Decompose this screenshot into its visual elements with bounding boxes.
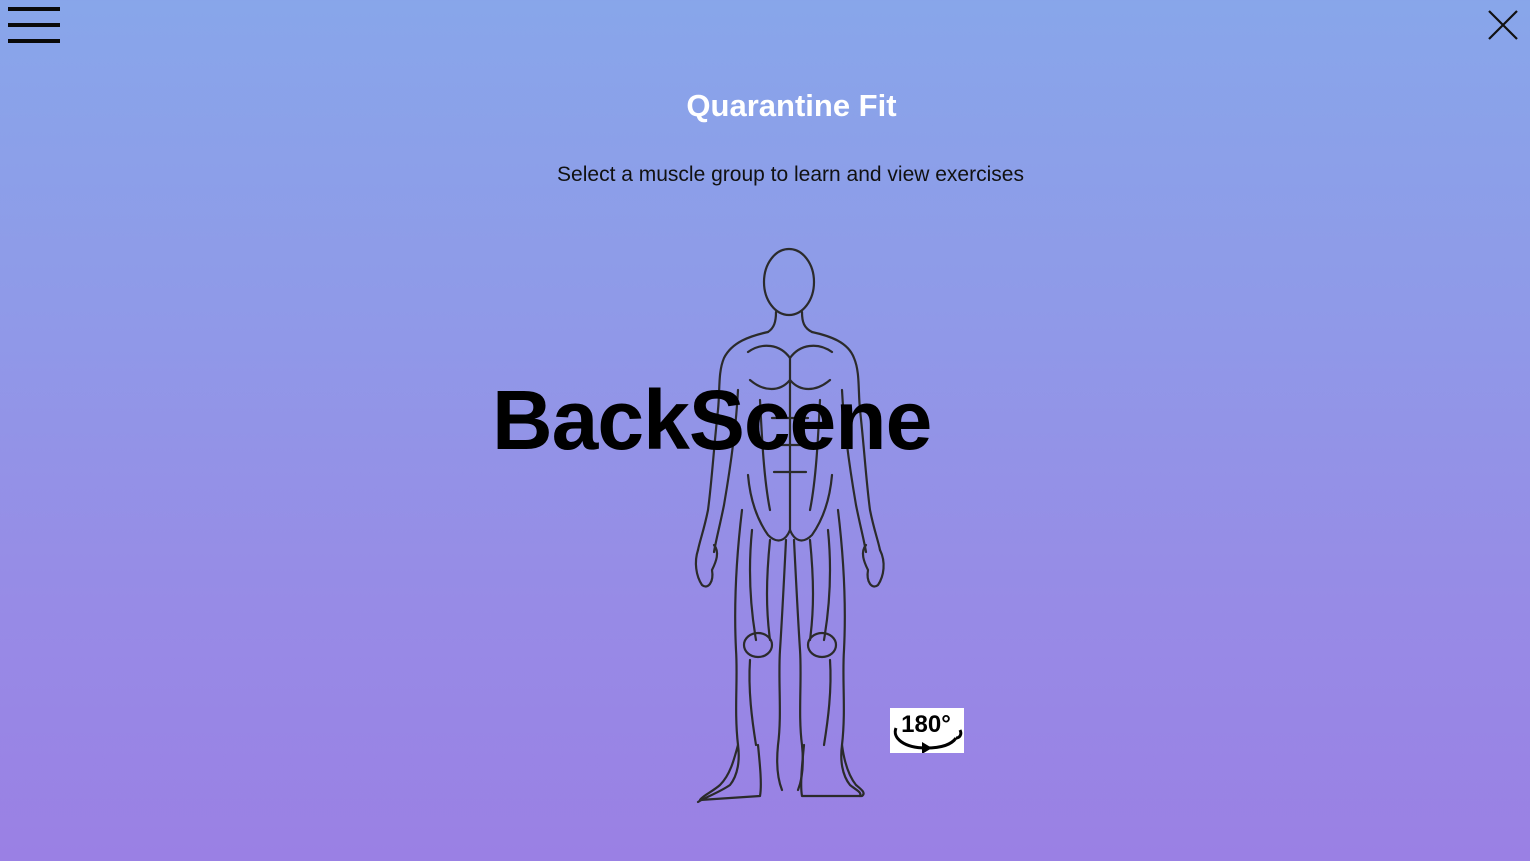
close-button[interactable]: [1486, 8, 1520, 42]
close-icon: [1488, 10, 1518, 40]
human-body-outline: [694, 247, 885, 804]
scene-label: BackScene: [492, 373, 932, 467]
page-subtitle: Select a muscle group to learn and view …: [557, 163, 1024, 186]
page-title: Quarantine Fit: [686, 88, 897, 123]
rotate-180-button[interactable]: 180°: [890, 708, 964, 753]
menu-button[interactable]: [8, 7, 60, 43]
body-diagram[interactable]: [690, 240, 890, 805]
rotate-180-icon: 180°: [893, 711, 963, 753]
rotate-label: 180°: [901, 711, 951, 738]
